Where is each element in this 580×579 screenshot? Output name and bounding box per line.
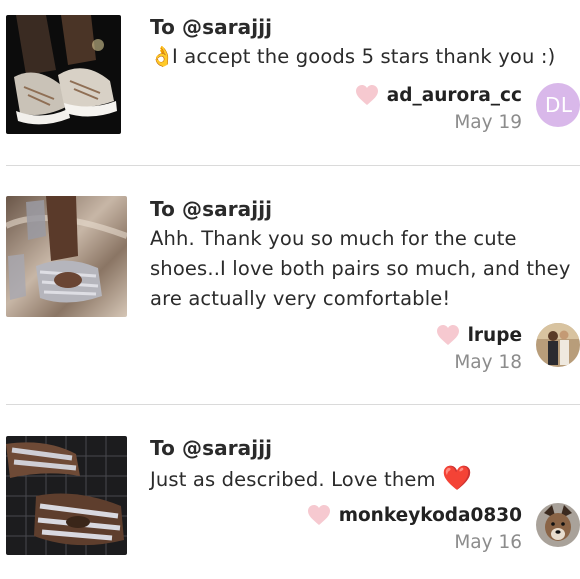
- review-date: May 16: [454, 532, 522, 553]
- avatar-photo: [536, 323, 580, 367]
- review-message: Ahh. Thank you so much for the cute shoe…: [150, 227, 571, 310]
- review-photo[interactable]: [6, 196, 127, 317]
- review-meta: lrupe May 18: [436, 322, 522, 376]
- review-item: To @sarajjj 👌I accept the goods 5 stars …: [0, 0, 580, 165]
- review-message: 👌I accept the goods 5 stars thank you :): [150, 42, 578, 72]
- reviewer-line: monkeykoda0830: [307, 502, 522, 528]
- reviewer-username[interactable]: lrupe: [468, 325, 522, 346]
- avatar[interactable]: DL: [536, 83, 580, 127]
- review-message-text: Just as described. Love them: [150, 468, 436, 491]
- reviewer-username[interactable]: monkeykoda0830: [339, 505, 522, 526]
- sandal-photo: [6, 436, 127, 555]
- review-photo[interactable]: [6, 15, 121, 134]
- review-meta: ad_aurora_cc May 19: [355, 82, 522, 136]
- review-item: To @sarajjj Ahh. Thank you so much for t…: [0, 166, 580, 404]
- reviewer-username[interactable]: ad_aurora_cc: [387, 85, 522, 106]
- review-meta: monkeykoda0830 May 16: [307, 502, 522, 556]
- review-recipient: To @sarajjj: [150, 197, 273, 221]
- sandal-photo: [6, 196, 127, 317]
- heart-icon[interactable]: [355, 84, 379, 106]
- reviewer-line: ad_aurora_cc: [355, 82, 522, 108]
- avatar-photo: [536, 503, 580, 547]
- red-heart-emoji: ❤️: [442, 464, 473, 492]
- review-recipient: To @sarajjj: [150, 15, 273, 39]
- heart-icon[interactable]: [436, 324, 460, 346]
- ok-hand-emoji: 👌: [150, 45, 175, 68]
- heart-icon[interactable]: [307, 504, 331, 526]
- review-photo[interactable]: [6, 436, 127, 555]
- reviewer-line: lrupe: [436, 322, 522, 348]
- review-date: May 19: [454, 112, 522, 133]
- sneaker-photo: [6, 15, 121, 134]
- review-date: May 18: [454, 352, 522, 373]
- review-message: Just as described. Love them ❤️: [150, 463, 578, 495]
- review-message-text: I accept the goods 5 stars thank you :): [172, 45, 556, 68]
- avatar[interactable]: [536, 323, 580, 367]
- review-recipient: To @sarajjj: [150, 436, 273, 460]
- review-item: To @sarajjj Just as described. Love them…: [0, 405, 580, 579]
- avatar[interactable]: [536, 503, 580, 547]
